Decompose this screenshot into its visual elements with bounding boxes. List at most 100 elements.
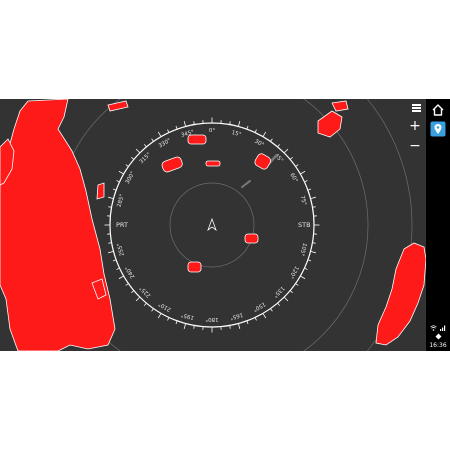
radar-screen: 345° 0° 15° 30° 45° 60° 75° 105° 120° 135° 150° 165… [0, 99, 450, 351]
heading-tick [116, 267, 120, 270]
heading-tick [262, 131, 267, 137]
heading-tick [310, 196, 316, 199]
echo-upper-left-fleck [107, 100, 129, 112]
own-ship-icon [207, 217, 217, 232]
heading-label: 0° [209, 128, 215, 134]
echo-upper-right-2 [331, 100, 349, 112]
signal-icon [440, 325, 446, 331]
heading-tick [238, 121, 241, 127]
home-button[interactable] [429, 101, 447, 119]
heading-ticks [104, 117, 320, 333]
heading-label: 150° [252, 300, 267, 312]
heading-tick [246, 125, 249, 129]
heading-label: 30° [253, 139, 265, 149]
heading-label: 105° [298, 242, 307, 257]
heading-label: 315° [139, 152, 153, 166]
heading-tick [300, 170, 306, 175]
zoom-out-button[interactable]: − [408, 138, 422, 154]
port-label: PRT [116, 221, 128, 229]
radar-echoes [0, 99, 426, 351]
heading-tick [175, 125, 178, 129]
heading-tick [151, 138, 154, 142]
echo-landmass-left [0, 99, 116, 351]
heading-tick [183, 121, 186, 127]
heading-tick [157, 131, 162, 137]
ebl-marker [241, 179, 251, 189]
heading-tick [167, 129, 170, 133]
echo-patch-left [96, 182, 105, 200]
heading-label: 60° [288, 172, 298, 184]
heading-label: 120° [287, 265, 299, 280]
heading-label: 300° [125, 171, 137, 186]
heading-labels: 345° 0° 15°30°45°60°75°105°120°135°150°165… [117, 128, 308, 322]
heading-tick [118, 275, 124, 280]
heading-label: 240° [125, 265, 137, 280]
heading-tick [183, 323, 186, 329]
heading-ring [109, 122, 315, 328]
heading-label: 180° [205, 316, 218, 322]
heading-label: 165° [229, 311, 244, 320]
heading-label: 210° [158, 300, 173, 312]
status-bar: 16:36 [426, 325, 450, 351]
heading-tick [108, 251, 114, 254]
heading-tick [290, 157, 293, 160]
clock-time: 16:36 [429, 342, 447, 349]
heading-tick [144, 144, 147, 147]
heading-tick [304, 267, 308, 270]
heading-tick [304, 180, 308, 183]
heading-tick [270, 138, 273, 142]
range-ring-1 [169, 182, 255, 268]
heading-tick [284, 297, 289, 302]
heading-tick [125, 283, 129, 286]
target-echo-1 [187, 134, 207, 145]
target-echo-4 [254, 153, 271, 170]
heading-tick [284, 148, 289, 153]
starboard-label: STB [298, 221, 311, 229]
heading-tick [167, 317, 170, 321]
radar-display[interactable]: 345° 0° 15° 30° 45° 60° 75° 105° 120° 135° 150° 165… [0, 99, 426, 351]
heading-label: 255° [117, 242, 126, 257]
radar-canvas[interactable]: 345° 0° 15°30°45°60°75°105°120°135°150°165… [0, 99, 426, 351]
heading-tick [246, 321, 249, 325]
zoom-in-button[interactable]: + [408, 118, 422, 134]
satellite-icon [435, 333, 441, 340]
heading-tick [151, 308, 154, 312]
echo-landmass-right [375, 242, 426, 346]
heading-tick [277, 144, 280, 147]
heading-tick [290, 290, 293, 293]
heading-label: 135° [271, 285, 285, 299]
heading-tick [238, 323, 241, 329]
heading-tick [116, 180, 120, 183]
heading-tick [118, 170, 124, 175]
target-echo-2 [161, 156, 183, 173]
heading-label: 75° [299, 195, 307, 206]
heading-label: 195° [180, 311, 195, 320]
heading-tick [175, 321, 178, 325]
heading-tick [157, 313, 162, 319]
app-sidebar: 16:36 [426, 99, 450, 351]
heading-tick [308, 188, 312, 191]
heading-label: 15° [231, 130, 242, 138]
heading-label: 330° [158, 138, 173, 150]
heading-tick [144, 303, 147, 306]
heading-tick [125, 164, 129, 167]
location-button[interactable] [429, 120, 447, 138]
heading-tick [112, 259, 116, 262]
heading-tick [262, 313, 267, 319]
heading-tick [270, 308, 273, 312]
target-echo-3 [205, 160, 221, 167]
heading-tick [135, 297, 140, 302]
heading-label: 225° [139, 284, 153, 298]
heading-tick [308, 259, 312, 262]
heading-tick [277, 303, 280, 306]
heading-tick [295, 283, 299, 286]
menu-button[interactable] [409, 101, 423, 115]
location-pin-icon [430, 121, 446, 137]
heading-tick [112, 188, 116, 191]
target-echo-6 [187, 261, 202, 273]
menu-icon [411, 103, 421, 113]
heading-tick [131, 157, 134, 160]
heading-tick [310, 251, 316, 254]
heading-tick [135, 148, 140, 153]
heading-tick [254, 317, 257, 321]
